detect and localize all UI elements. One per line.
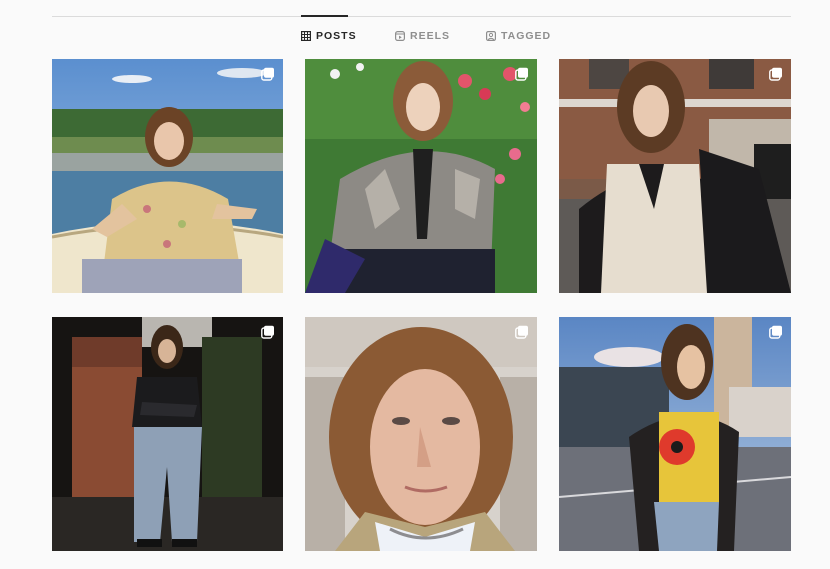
post-thumbnail[interactable] bbox=[305, 59, 537, 293]
post-image bbox=[305, 317, 537, 551]
multiple-posts-icon bbox=[769, 325, 782, 339]
post-image bbox=[559, 317, 791, 551]
post-image bbox=[52, 317, 283, 551]
post-image bbox=[305, 59, 537, 293]
post-thumbnail[interactable] bbox=[52, 59, 283, 293]
post-image bbox=[52, 59, 283, 293]
posts-grid bbox=[0, 0, 830, 569]
post-image bbox=[559, 59, 791, 293]
multiple-posts-icon bbox=[261, 67, 274, 81]
post-thumbnail[interactable] bbox=[559, 317, 791, 551]
multiple-posts-icon bbox=[515, 67, 528, 81]
multiple-posts-icon bbox=[515, 325, 528, 339]
post-thumbnail[interactable] bbox=[305, 317, 537, 551]
multiple-posts-icon bbox=[261, 325, 274, 339]
post-thumbnail[interactable] bbox=[559, 59, 791, 293]
post-thumbnail[interactable] bbox=[52, 317, 283, 551]
multiple-posts-icon bbox=[769, 67, 782, 81]
